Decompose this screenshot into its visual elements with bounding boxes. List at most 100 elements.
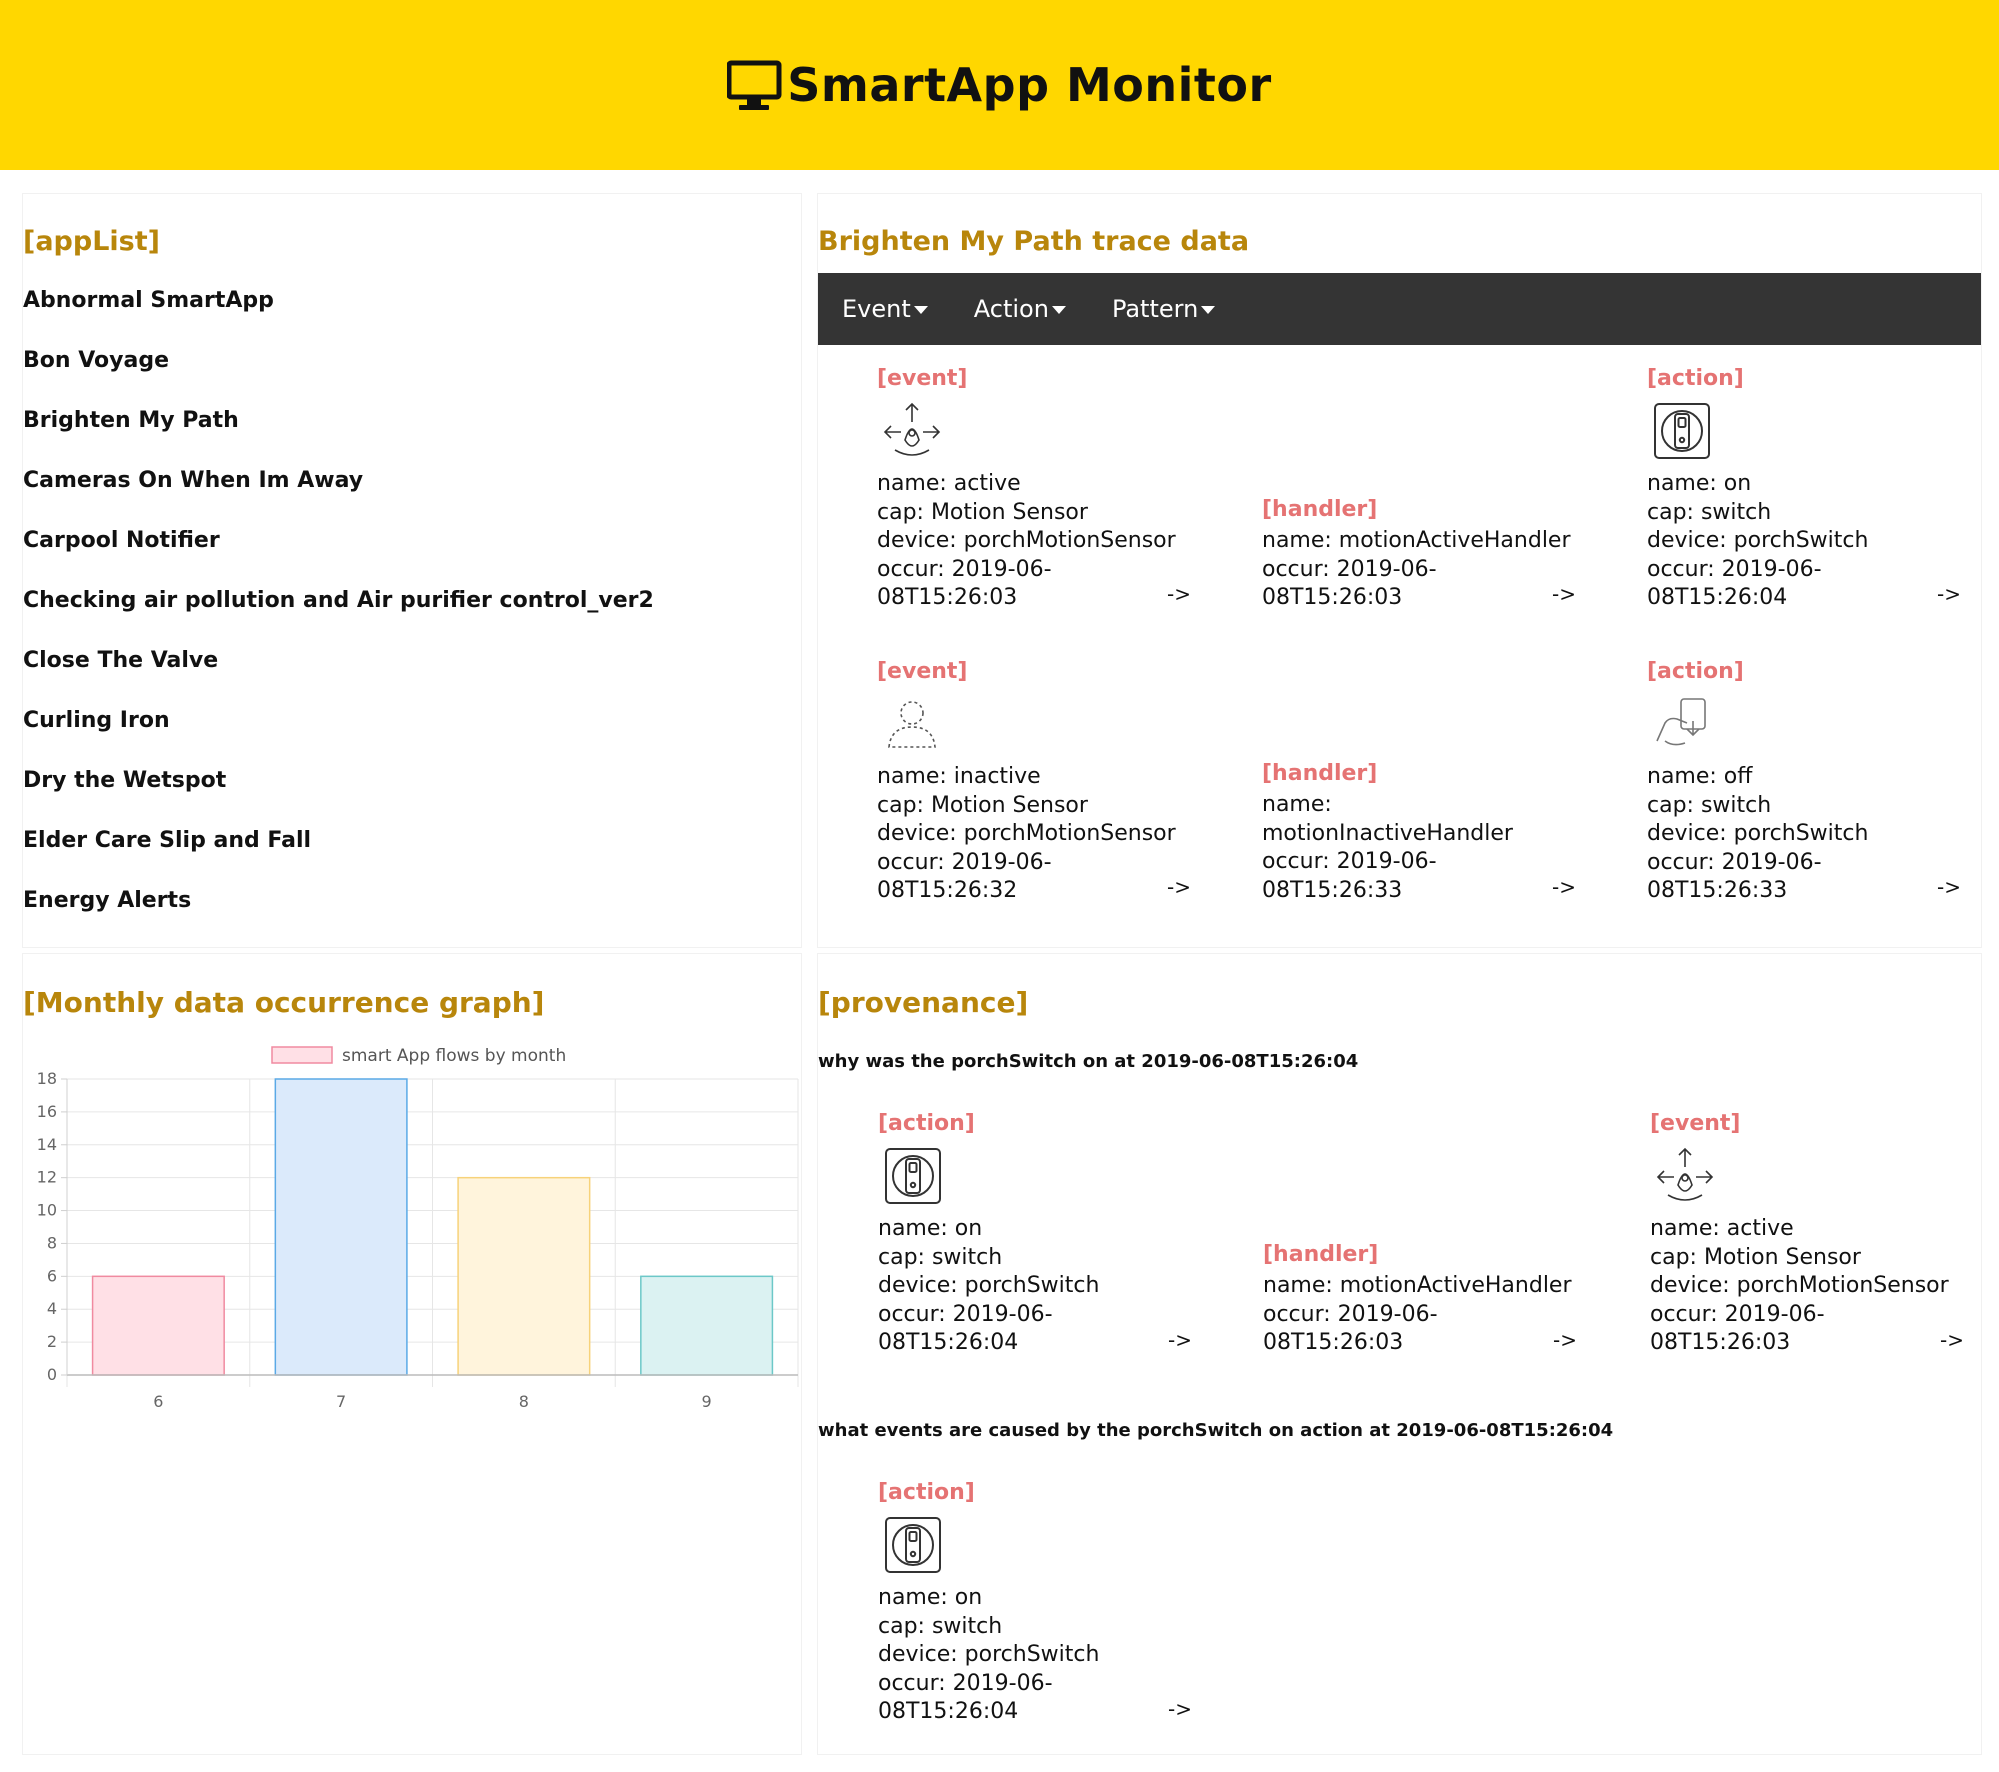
motion-sensor-icon [1656,1147,1714,1201]
flow-arrow: -> [1168,1328,1192,1352]
app-item-air-pollution[interactable]: Checking air pollution and Air purifier … [23,588,654,648]
trace-card-handler: [handler] name: motionInactiveHandler oc… [1262,761,1562,905]
provenance-card-action: [action] name: on cap: switch device: po… [878,1480,1178,1727]
card-line: device: porchMotionSensor [877,528,1176,553]
provenance-card-action: [action] name: on cap: switch device: po… [878,1111,1178,1358]
provenance-card-event: [event] name: active cap: Motion Sensor … [1650,1111,1950,1358]
card-line: name: motionActiveHandler [1263,1273,1572,1298]
switch-icon [885,1148,941,1204]
card-line: device: porchSwitch [878,1642,1100,1667]
trace-card-event: [event] name: active cap: Motion Sensor … [877,366,1177,613]
card-line: 08T15:26:03 [1263,1330,1404,1355]
app-item-curling-iron[interactable]: Curling Iron [23,708,654,768]
bar-month-9 [640,1275,774,1376]
card-line: cap: switch [878,1244,1003,1270]
trace-panel: Brighten My Path trace data Event Action… [817,193,1982,948]
card-line: name: on [878,1585,983,1610]
flow-arrow: -> [1552,875,1576,899]
card-line: name: active [877,471,1021,496]
card-type-label: [action] [1647,659,1744,684]
card-line: occur: 2019-06- [1262,556,1437,582]
monthly-bar-chart: 0 2 4 6 8 10 12 14 16 18 6 7 8 9 smart App flows by m… [37,1046,799,1411]
flow-arrow: -> [1940,1328,1964,1352]
card-line: occur: 2019-06- [1262,849,1437,874]
card-line: cap: Motion Sensor [877,499,1088,525]
card-line: 08T15:26:33 [1262,877,1403,903]
app-item-carpool-notifier[interactable]: Carpool Notifier [23,528,654,588]
card-type-label: [handler] [1263,1242,1379,1267]
card-line: occur: 2019-06- [878,1301,1053,1327]
app-item-energy-alerts[interactable]: Energy Alerts [23,888,654,948]
app-item-close-the-valve[interactable]: Close The Valve [23,648,654,708]
card-line: device: porchMotionSensor [877,821,1176,846]
y-tick-label: 16 [37,1102,57,1121]
card-line: name: inactive [877,764,1041,789]
trace-card-action: [action] name: on cap: switch device: po… [1647,366,1947,613]
app-item-dry-the-wetspot[interactable]: Dry the Wetspot [23,768,654,828]
card-line: 08T15:26:03 [1650,1330,1791,1355]
app-item-cameras-on[interactable]: Cameras On When Im Away [23,468,654,528]
flow-arrow: -> [1167,582,1191,606]
bar-month-7 [274,1078,408,1376]
switch-icon [885,1517,941,1573]
app-item-brighten-my-path[interactable]: Brighten My Path [23,408,654,468]
flow-arrow: -> [1937,875,1961,899]
card-line: cap: switch [1647,499,1772,525]
flow-arrow: -> [1168,1697,1192,1721]
card-line: occur: 2019-06- [877,849,1052,875]
app-item-abnormal-smartapp[interactable]: Abnormal SmartApp [23,288,654,348]
provenance-title: [provenance] [818,986,1029,1019]
caret-down-icon [1051,306,1066,314]
card-line: motionInactiveHandler [1262,820,1513,846]
bar-month-6 [91,1275,225,1376]
card-line: occur: 2019-06- [1263,1301,1438,1327]
trace-title: Brighten My Path trace data [818,226,1250,257]
app-item-bon-voyage[interactable]: Bon Voyage [23,348,654,408]
bar-month-8 [457,1176,591,1376]
provenance-question-1: why was the porchSwitch on at 2019-06-08… [818,1051,1359,1072]
applist-title: [appList] [23,226,160,257]
provenance-card-handler: [handler] name: motionActiveHandler occu… [1263,1242,1572,1358]
trace-card-event: [event] name: inactive cap: Motion Senso… [877,659,1177,906]
card-line: name: [1262,792,1332,817]
card-type-label: [event] [1650,1111,1741,1136]
hand-switch-icon [1656,698,1706,746]
y-tick-label: 14 [37,1135,57,1154]
nav-pattern-dropdown[interactable]: Pattern [1112,295,1216,323]
card-line: device: porchMotionSensor [1650,1273,1949,1298]
card-line: device: porchSwitch [878,1273,1100,1298]
card-type-label: [action] [1647,366,1744,391]
y-tick-label: 0 [47,1365,57,1384]
motion-sensor-icon [883,402,941,456]
card-line: device: porchSwitch [1647,528,1869,553]
provenance-question-2: what events are caused by the porchSwitc… [818,1420,1614,1441]
card-line: 08T15:26:04 [1647,585,1788,610]
card-line: occur: 2019-06- [878,1670,1053,1696]
y-tick-label: 8 [47,1233,57,1252]
flow-arrow: -> [1167,875,1191,899]
x-tick-label: 6 [153,1392,163,1411]
y-tick-label: 4 [47,1299,57,1318]
caret-down-icon [913,306,928,314]
flow-arrow: -> [1552,582,1576,606]
trace-card-handler: [handler] name: motionActiveHandler occu… [1262,497,1571,613]
card-line: name: on [878,1216,983,1241]
y-tick-label: 10 [37,1201,57,1220]
nav-event-dropdown[interactable]: Event [842,295,928,323]
y-tick-label: 2 [47,1332,57,1351]
card-line: name: off [1647,764,1753,789]
card-type-label: [event] [877,366,968,391]
card-line: cap: Motion Sensor [1650,1244,1861,1270]
card-line: 08T15:26:04 [878,1330,1019,1355]
legend-swatch [271,1046,333,1064]
card-line: name: active [1650,1216,1794,1241]
trace-navbar: Event Action Pattern [818,273,1981,345]
app-item-elder-care[interactable]: Elder Care Slip and Fall [23,828,654,888]
nav-action-dropdown[interactable]: Action [974,295,1066,323]
trace-card-action: [action] name: off cap: switch device: p… [1647,659,1947,906]
provenance-panel: [provenance] why was the porchSwitch on … [817,953,1982,1755]
card-line: occur: 2019-06- [1647,849,1822,875]
card-line: cap: Motion Sensor [877,792,1088,818]
applist-panel: [appList] Abnormal SmartApp Bon Voyage B… [22,193,802,948]
card-type-label: [event] [877,659,968,684]
